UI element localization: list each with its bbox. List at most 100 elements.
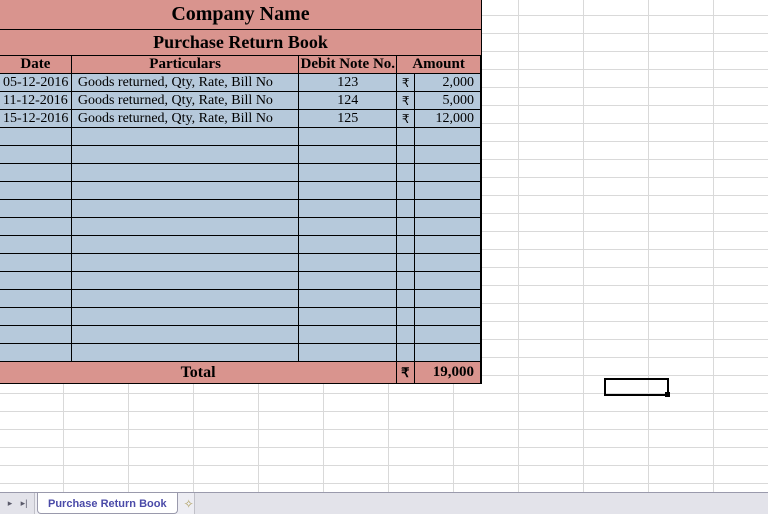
cell-currency[interactable]	[397, 272, 415, 290]
sheet-tab-bar: ▸ ▸| Purchase Return Book ✧	[0, 492, 768, 514]
cell-currency[interactable]: ₹	[397, 92, 415, 110]
cell-date[interactable]	[0, 200, 72, 218]
table-row	[0, 236, 481, 254]
cell-date[interactable]	[0, 164, 72, 182]
cell-particulars[interactable]	[72, 344, 300, 362]
cell-currency[interactable]	[397, 182, 415, 200]
table-row	[0, 290, 481, 308]
cell-currency[interactable]	[397, 308, 415, 326]
table-row	[0, 272, 481, 290]
cell-debit-note[interactable]: 123	[299, 74, 397, 92]
cell-particulars[interactable]: Goods returned, Qty, Rate, Bill No	[72, 92, 300, 110]
cell-date[interactable]	[0, 272, 72, 290]
cell-amount[interactable]: 2,000	[415, 74, 481, 92]
cell-date[interactable]	[0, 254, 72, 272]
sheet-tab-active[interactable]: Purchase Return Book	[37, 493, 178, 514]
cell-currency[interactable]	[397, 200, 415, 218]
cell-debit-note[interactable]	[299, 236, 397, 254]
cell-amount[interactable]	[415, 218, 481, 236]
cell-debit-note[interactable]	[299, 218, 397, 236]
cell-particulars[interactable]	[72, 128, 300, 146]
cell-date[interactable]	[0, 218, 72, 236]
table-row	[0, 254, 481, 272]
table-row	[0, 128, 481, 146]
cell-date[interactable]	[0, 290, 72, 308]
cell-particulars[interactable]	[72, 308, 300, 326]
cell-particulars[interactable]: Goods returned, Qty, Rate, Bill No	[72, 74, 300, 92]
book-title: Purchase Return Book	[0, 30, 481, 56]
cell-debit-note[interactable]	[299, 290, 397, 308]
cell-debit-note[interactable]	[299, 146, 397, 164]
column-header-row: Date Particulars Debit Note No. Amount	[0, 56, 481, 74]
cell-particulars[interactable]	[72, 254, 300, 272]
cell-amount[interactable]	[415, 200, 481, 218]
cell-currency[interactable]: ₹	[397, 110, 415, 128]
cell-particulars[interactable]	[72, 236, 300, 254]
cell-debit-note[interactable]	[299, 272, 397, 290]
cell-currency[interactable]: ₹	[397, 74, 415, 92]
cell-amount[interactable]	[415, 272, 481, 290]
cell-amount[interactable]	[415, 326, 481, 344]
cell-amount[interactable]	[415, 344, 481, 362]
cell-date[interactable]	[0, 326, 72, 344]
cell-amount[interactable]	[415, 254, 481, 272]
cell-debit-note[interactable]	[299, 128, 397, 146]
cell-date[interactable]	[0, 236, 72, 254]
tabbar-spacer	[194, 493, 768, 514]
cell-particulars[interactable]	[72, 146, 300, 164]
nav-last-icon[interactable]: ▸|	[18, 497, 30, 511]
cell-debit-note[interactable]	[299, 344, 397, 362]
cell-amount[interactable]: 5,000	[415, 92, 481, 110]
cell-date[interactable]	[0, 182, 72, 200]
cell-date[interactable]: 05-12-2016	[0, 74, 72, 92]
cell-currency[interactable]	[397, 236, 415, 254]
cell-particulars[interactable]	[72, 272, 300, 290]
cell-debit-note[interactable]	[299, 254, 397, 272]
cell-currency[interactable]	[397, 344, 415, 362]
cell-debit-note[interactable]	[299, 200, 397, 218]
table-row	[0, 344, 481, 362]
cell-particulars[interactable]: Goods returned, Qty, Rate, Bill No	[72, 110, 300, 128]
cell-amount[interactable]	[415, 308, 481, 326]
cell-debit-note[interactable]: 125	[299, 110, 397, 128]
cell-date[interactable]	[0, 146, 72, 164]
cell-currency[interactable]	[397, 164, 415, 182]
cell-date[interactable]	[0, 308, 72, 326]
cell-currency[interactable]	[397, 146, 415, 164]
cell-debit-note[interactable]: 124	[299, 92, 397, 110]
cell-date[interactable]	[0, 128, 72, 146]
cell-currency[interactable]	[397, 218, 415, 236]
cell-debit-note[interactable]	[299, 308, 397, 326]
cell-currency[interactable]	[397, 326, 415, 344]
purchase-return-book-table: Company Name Purchase Return Book Date P…	[0, 0, 482, 384]
cell-debit-note[interactable]	[299, 326, 397, 344]
company-header: Company Name	[0, 0, 481, 30]
new-sheet-icon[interactable]: ✧	[184, 493, 194, 514]
cell-particulars[interactable]	[72, 164, 300, 182]
col-amount: Amount	[397, 56, 481, 74]
cell-debit-note[interactable]	[299, 164, 397, 182]
cell-amount[interactable]	[415, 164, 481, 182]
cell-amount[interactable]	[415, 290, 481, 308]
cell-particulars[interactable]	[72, 200, 300, 218]
cell-amount[interactable]	[415, 182, 481, 200]
cell-amount[interactable]	[415, 236, 481, 254]
cell-currency[interactable]	[397, 128, 415, 146]
cell-date[interactable]	[0, 344, 72, 362]
cell-amount[interactable]	[415, 128, 481, 146]
cell-currency[interactable]	[397, 290, 415, 308]
table-row	[0, 182, 481, 200]
col-date: Date	[0, 56, 72, 74]
cell-date[interactable]: 11-12-2016	[0, 92, 72, 110]
nav-first-icon[interactable]: ▸	[4, 497, 16, 511]
cell-particulars[interactable]	[72, 218, 300, 236]
cell-particulars[interactable]	[72, 326, 300, 344]
cell-particulars[interactable]	[72, 290, 300, 308]
cell-debit-note[interactable]	[299, 182, 397, 200]
cell-amount[interactable]	[415, 146, 481, 164]
cell-date[interactable]: 15-12-2016	[0, 110, 72, 128]
active-cell-cursor[interactable]	[604, 378, 669, 396]
cell-amount[interactable]: 12,000	[415, 110, 481, 128]
cell-currency[interactable]	[397, 254, 415, 272]
cell-particulars[interactable]	[72, 182, 300, 200]
